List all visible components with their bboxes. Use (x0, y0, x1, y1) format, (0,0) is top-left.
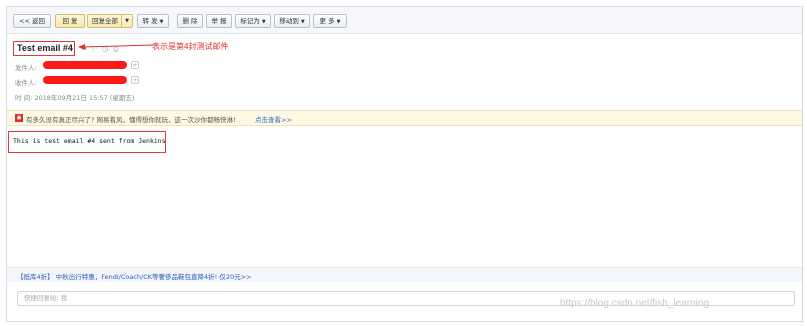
notice-link[interactable]: 点击查看>> (255, 114, 292, 124)
reply-all-label: 回复全部 (92, 17, 118, 25)
ad-link[interactable]: 【抵库4折】 中秋出行特惠，Fendi/Coach/CK等奢侈品鞋包直降4折! … (17, 271, 251, 281)
annotation-arrow (78, 44, 154, 50)
reply-button[interactable]: 回 复 (55, 14, 85, 28)
chevron-down-icon: ▼ (300, 19, 305, 25)
time-label: 时 间: (15, 94, 33, 102)
mail-frame: << 返回 回 复 回复全部 ▼ 转 发 ▼ 删 除 举 报 标记为 ▼ 移动到 ▼ … (6, 6, 803, 322)
back-button[interactable]: << 返回 (13, 14, 51, 28)
more-button[interactable]: 更 多 ▼ (313, 14, 347, 28)
notice-bar: ▣ 有多久没有真正尽兴了? 网易看风，懂得想你就玩，这一次沙你都畅快淋! 点击查… (7, 110, 802, 126)
mail-subject: Test email #4 (13, 41, 75, 56)
forward-label: 转 发 (142, 17, 158, 25)
add-contact-icon[interactable]: + (131, 76, 139, 84)
to-label: 收件人: (15, 79, 37, 87)
forward-button[interactable]: 转 发 ▼ (137, 14, 169, 28)
reply-all-dropdown-icon[interactable]: ▼ (121, 15, 132, 27)
time-value: 2018年09月21日 15:57 (星期五) (34, 94, 135, 102)
annotation-text: 表示是第4封测试邮件 (152, 42, 229, 51)
move-to-button[interactable]: 移动到 ▼ (274, 14, 310, 28)
report-button[interactable]: 举 报 (206, 14, 232, 28)
chevron-down-icon: ▼ (261, 19, 266, 25)
to-redaction (43, 76, 127, 84)
mark-as-label: 标记为 (240, 17, 260, 25)
mail-time: 时 间: 2018年09月21日 15:57 (星期五) (15, 92, 134, 102)
mark-as-button[interactable]: 标记为 ▼ (235, 14, 271, 28)
watermark: https://blog.csdn.net/fish_learning (560, 298, 709, 309)
mail-toolbar: << 返回 回 复 回复全部 ▼ 转 发 ▼ 删 除 举 报 标记为 ▼ 移动到 ▼ … (7, 7, 802, 34)
chevron-down-icon: ▼ (336, 19, 341, 25)
from-redaction (43, 61, 127, 69)
add-contact-icon[interactable]: + (131, 61, 139, 69)
notice-icon: ▣ (15, 114, 23, 122)
reply-all-button[interactable]: 回复全部 ▼ (87, 14, 133, 28)
delete-button[interactable]: 删 除 (177, 14, 203, 28)
more-label: 更 多 (319, 17, 335, 25)
notice-text: 有多久没有真正尽兴了? 网易看风，懂得想你就玩，这一次沙你都畅快淋! (26, 116, 236, 124)
ad-bar: 【抵库4折】 中秋出行特惠，Fendi/Coach/CK等奢侈品鞋包直降4折! … (7, 267, 802, 282)
mail-body-text: This is test email #4 sent from Jenkins (13, 137, 166, 145)
from-label: 发件人: (15, 64, 37, 72)
move-to-label: 移动到 (279, 17, 299, 25)
chevron-down-icon: ▼ (159, 19, 164, 25)
